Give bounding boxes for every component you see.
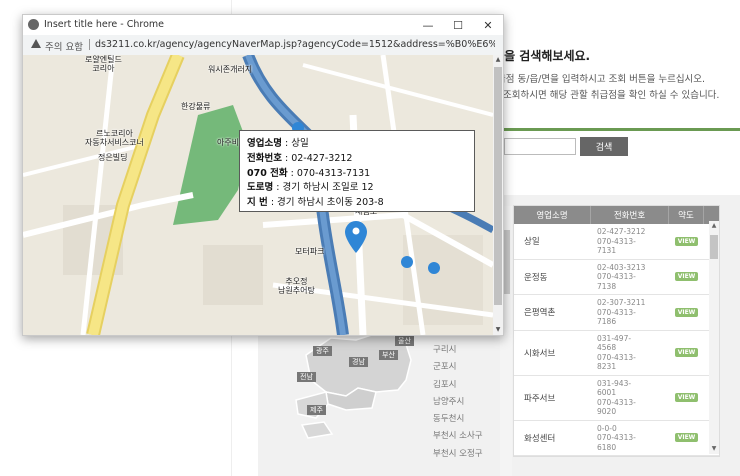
table-row: 화성센터 0-0-0 070-4313- 6180 VIEW: [514, 421, 719, 456]
view-map-button[interactable]: VIEW: [674, 393, 699, 402]
column-header: 전화번호: [591, 206, 669, 224]
scroll-up-arrow-icon[interactable]: ▲: [709, 221, 719, 231]
region-tag-busan[interactable]: 부산: [379, 350, 398, 360]
agency-name: 파주서브: [524, 393, 556, 404]
info-road-label: 도로명: [247, 182, 274, 194]
map-poi-label[interactable]: 아주비: [217, 137, 239, 148]
map-poi-label[interactable]: 정은빌딩: [98, 152, 127, 163]
info-name-value: 상일: [291, 138, 309, 149]
info-070-label: 070 전화: [247, 167, 288, 179]
info-070-row: 070 전화 : 070-4313-7131: [247, 167, 371, 179]
info-phone-label: 전화번호: [247, 152, 282, 164]
agency-name: 상일: [524, 237, 540, 248]
url-text[interactable]: ds3211.co.kr/agency/agencyNaverMap.jsp?a…: [95, 39, 495, 50]
region-tag-gyeongnam[interactable]: 경남: [349, 357, 368, 367]
scroll-down-arrow-icon[interactable]: ▼: [709, 444, 719, 454]
region-item[interactable]: 남양주시: [433, 394, 483, 411]
region-tag-jeju[interactable]: 제주: [307, 405, 326, 415]
info-070-value: 070-4313-7131: [296, 167, 371, 179]
column-header: 영업소명: [514, 206, 591, 224]
agency-name: 화성센터: [524, 433, 556, 444]
window-scrollbar[interactable]: ▲ ▼: [493, 55, 503, 335]
region-tag-jeonnam[interactable]: 전남: [297, 372, 316, 382]
map-view[interactable]: 로얄엔틸드 코리아 워시존개러지 한강물류 르노코리아 자동차서비스코너 정은빌…: [23, 55, 493, 335]
info-lot-row: 지 번 : 경기 하남시 초이동 203-8: [247, 197, 384, 209]
info-phone-row: 전화번호 : 02-427-3212: [247, 152, 353, 164]
info-road-row: 도로명 : 경기 하남시 조일로 12: [247, 182, 374, 194]
security-status[interactable]: 주의 요함: [45, 39, 83, 53]
search-button[interactable]: 검색: [580, 137, 628, 156]
info-phone-value: 02-427-3212: [291, 152, 353, 164]
address-separator: [89, 39, 90, 50]
agency-name: 시화서브: [524, 348, 556, 359]
korea-region-map[interactable]: [286, 330, 426, 440]
scroll-up-arrow-icon[interactable]: ▲: [493, 55, 503, 65]
agency-name: 운정동: [524, 272, 548, 283]
agency-name: 은평역촌: [524, 308, 556, 319]
agency-phone: 02-307-3211 070-4313- 7186: [597, 298, 646, 326]
table-row: 은평역촌 02-307-3211 070-4313- 7186 VIEW: [514, 295, 719, 331]
address-bar[interactable]: 주의 요함 ds3211.co.kr/agency/agencyNaverMap…: [23, 35, 503, 55]
search-description: 급점 동/읍/면을 입력하시고 조회 버튼을 누르십시오.: [497, 74, 706, 85]
region-item[interactable]: 군포시: [433, 359, 483, 376]
region-list: 구리시 군포시 김포시 남양주시 동두천시 부천시 소사구 부천시 오정구: [433, 342, 483, 463]
column-header: 약도: [669, 206, 704, 224]
region-item[interactable]: 부천시 소사구: [433, 428, 483, 445]
map-poi-label[interactable]: 한강물류: [181, 101, 210, 112]
bus-stop-icon: [401, 256, 413, 268]
region-tag-gwangju[interactable]: 광주: [313, 346, 332, 356]
info-lot-label: 지 번: [247, 197, 268, 209]
agency-phone: 031-497- 4568 070-4313- 8231: [597, 333, 636, 372]
region-item[interactable]: 동두천시: [433, 411, 483, 428]
agency-phone: 031-943- 6001 070-4313- 9020: [597, 378, 636, 417]
region-item[interactable]: 부천시 오정구: [433, 446, 483, 463]
table-scrollbar[interactable]: ▲ ▼: [709, 221, 719, 454]
agency-table: 영업소명 전화번호 약도 상일 02-427-3212 070-4313- 71…: [513, 205, 720, 457]
map-poi-label[interactable]: 추오정 남원추어탕: [278, 277, 315, 295]
table-header: 영업소명 전화번호 약도: [514, 206, 719, 224]
view-map-button[interactable]: VIEW: [674, 236, 699, 246]
window-scrollbar-thumb[interactable]: [494, 67, 502, 305]
view-map-button[interactable]: VIEW: [674, 433, 699, 443]
region-item[interactable]: 구리시: [433, 342, 483, 359]
window-title: Insert title here - Chrome: [44, 19, 164, 30]
agency-phone: 0-0-0 070-4313- 6180: [597, 423, 636, 452]
info-road-value: 경기 하남시 조일로 12: [282, 182, 374, 194]
close-button[interactable]: ✕: [473, 15, 503, 35]
search-description-2: 조회하시면 해당 관할 취급점을 확인 하실 수 있습니다.: [503, 90, 720, 101]
view-map-button[interactable]: VIEW: [674, 307, 699, 317]
info-lot-value: 경기 하남시 초이동 203-8: [277, 197, 384, 209]
table-scrollbar-thumb[interactable]: [710, 235, 718, 259]
region-tag-ulsan[interactable]: 울산: [395, 336, 414, 346]
agency-phone: 02-427-3212 070-4313- 7131: [597, 227, 646, 255]
maximize-button[interactable]: ☐: [443, 15, 473, 35]
search-input[interactable]: [504, 138, 576, 155]
popup-window: Insert title here - Chrome — ☐ ✕ 주의 요함 d…: [22, 14, 504, 336]
minimize-button[interactable]: —: [413, 15, 443, 35]
bus-stop-icon: [428, 262, 440, 274]
map-poi-label[interactable]: 모터파크: [295, 246, 324, 257]
scroll-down-arrow-icon[interactable]: ▼: [493, 325, 503, 335]
region-item[interactable]: 김포시: [433, 377, 483, 394]
divider: [470, 128, 740, 131]
title-bar[interactable]: Insert title here - Chrome — ☐ ✕: [23, 15, 503, 35]
warning-icon[interactable]: [31, 39, 41, 48]
map-poi-label[interactable]: 로얄엔틸드 코리아: [85, 55, 122, 73]
info-name-row: 영업소명 : 상일: [247, 138, 309, 149]
view-map-button[interactable]: VIEW: [674, 272, 699, 282]
table-row: 상일 02-427-3212 070-4313- 7131 VIEW: [514, 224, 719, 260]
table-row: 운정동 02-403-3213 070-4313- 7138 VIEW: [514, 260, 719, 295]
table-row: 시화서브 031-497- 4568 070-4313- 8231 VIEW: [514, 331, 719, 376]
map-poi-label[interactable]: 르노코리아 자동차서비스코너: [85, 129, 144, 147]
agency-phone: 02-403-3213 070-4313- 7138: [597, 262, 646, 291]
table-row: 파주서브 031-943- 6001 070-4313- 9020 VIEW: [514, 376, 719, 421]
globe-icon: [28, 19, 39, 30]
map-poi-label[interactable]: 워시존개러지: [208, 64, 252, 75]
info-name-label: 영업소명: [247, 138, 282, 149]
agency-info-box: 영업소명 : 상일 전화번호 : 02-427-3212 070 전화 : 07…: [239, 130, 475, 212]
view-map-button[interactable]: VIEW: [674, 348, 699, 357]
